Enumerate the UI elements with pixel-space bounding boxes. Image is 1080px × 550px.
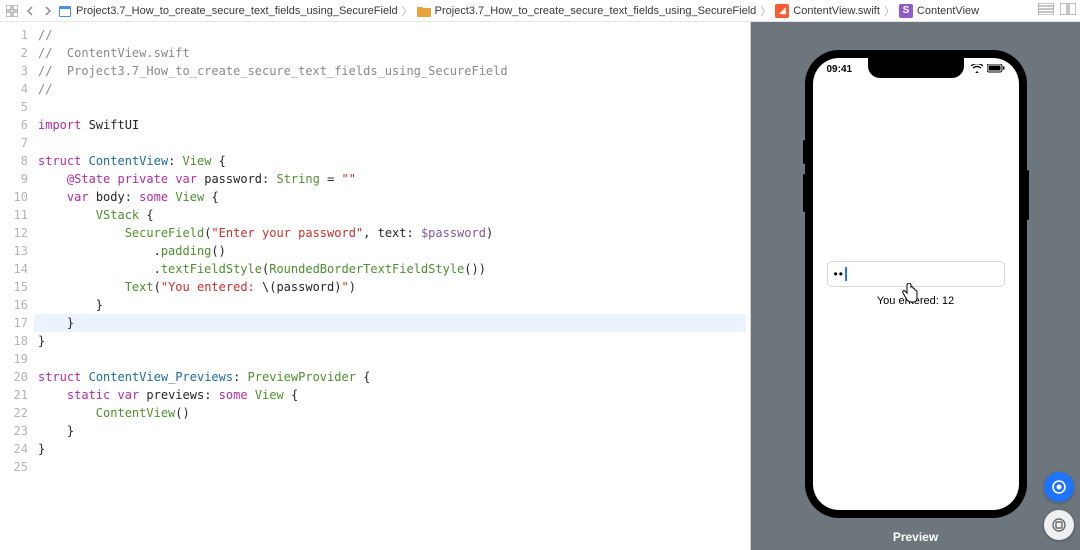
phone-side-button <box>1026 170 1029 220</box>
breadcrumb-symbol-label: ContentView <box>917 5 979 17</box>
code-line[interactable]: // <box>38 80 750 98</box>
code-line[interactable]: // Project3.7_How_to_create_secure_text_… <box>38 62 750 80</box>
chevron-right-icon: 〉 <box>400 3 415 19</box>
breadcrumb-folder-label: Project3.7_How_to_create_secure_text_fie… <box>435 5 757 17</box>
code-line[interactable]: ContentView() <box>38 404 750 422</box>
struct-icon: S <box>899 4 913 18</box>
nav-forward-button[interactable] <box>40 3 56 19</box>
app-content: •• You entered: 12 <box>813 58 1019 510</box>
code-line[interactable]: var body: some View { <box>38 188 750 206</box>
breadcrumb-symbol[interactable]: S ContentView <box>899 4 979 18</box>
folder-icon <box>417 4 431 18</box>
preview-panel: 09:41 •• You entered: <box>750 22 1080 550</box>
line-number: 12 <box>0 224 28 242</box>
line-number: 14 <box>0 260 28 278</box>
code-line[interactable]: } <box>34 314 746 332</box>
line-number: 10 <box>0 188 28 206</box>
code-line[interactable]: Text("You entered: \(password)") <box>38 278 750 296</box>
line-number: 9 <box>0 170 28 188</box>
code-line[interactable]: VStack { <box>38 206 750 224</box>
code-line[interactable] <box>38 458 750 476</box>
line-number: 21 <box>0 386 28 404</box>
line-number: 6 <box>0 116 28 134</box>
line-number: 19 <box>0 350 28 368</box>
code-line[interactable]: // <box>38 26 750 44</box>
line-number: 17 <box>0 314 28 332</box>
xcodeproj-icon <box>58 4 72 18</box>
code-line[interactable] <box>38 134 750 152</box>
breadcrumb-file-label: ContentView.swift <box>793 5 880 17</box>
breadcrumb-file[interactable]: ◢ ContentView.swift <box>775 4 880 18</box>
breadcrumb-bar: Project3.7_How_to_create_secure_text_fie… <box>0 0 1080 22</box>
chevron-right-icon: 〉 <box>882 3 897 19</box>
code-line[interactable]: // ContentView.swift <box>38 44 750 62</box>
line-number: 23 <box>0 422 28 440</box>
text-caret <box>845 267 847 281</box>
code-line[interactable]: static var previews: some View { <box>38 386 750 404</box>
main-area: 1234567891011121314151617181920212223242… <box>0 22 1080 550</box>
line-number: 8 <box>0 152 28 170</box>
line-number: 11 <box>0 206 28 224</box>
code-line[interactable]: import SwiftUI <box>38 116 750 134</box>
secure-dots: •• <box>834 267 844 281</box>
line-number: 18 <box>0 332 28 350</box>
breadcrumb-folder[interactable]: Project3.7_How_to_create_secure_text_fie… <box>417 4 757 18</box>
swift-file-icon: ◢ <box>775 4 789 18</box>
line-number: 2 <box>0 44 28 62</box>
iphone-screen: 09:41 •• You entered: <box>813 58 1019 510</box>
line-number: 22 <box>0 404 28 422</box>
code-line[interactable]: SecureField("Enter your password", text:… <box>38 224 750 242</box>
code-line[interactable]: @State private var password: String = "" <box>38 170 750 188</box>
secure-password-field[interactable]: •• <box>827 261 1005 287</box>
breadcrumb-project[interactable]: Project3.7_How_to_create_secure_text_fie… <box>58 4 398 18</box>
live-preview-button[interactable] <box>1044 472 1074 502</box>
line-number: 20 <box>0 368 28 386</box>
code-line[interactable] <box>38 350 750 368</box>
code-line[interactable]: } <box>38 296 750 314</box>
code-line[interactable]: } <box>38 422 750 440</box>
line-number: 7 <box>0 134 28 152</box>
entered-label: You entered: 12 <box>877 295 954 307</box>
breadcrumb-project-label: Project3.7_How_to_create_secure_text_fie… <box>76 5 398 17</box>
code-line[interactable]: .textFieldStyle(RoundedBorderTextFieldSt… <box>38 260 750 278</box>
line-number: 4 <box>0 80 28 98</box>
phone-volume-button <box>803 174 806 212</box>
code-editor[interactable]: 1234567891011121314151617181920212223242… <box>0 22 750 550</box>
code-line[interactable]: struct ContentView_Previews: PreviewProv… <box>38 368 750 386</box>
line-number-gutter: 1234567891011121314151617181920212223242… <box>0 22 34 550</box>
chevron-right-icon: 〉 <box>758 3 773 19</box>
line-number: 25 <box>0 458 28 476</box>
phone-mute-switch <box>803 140 806 164</box>
line-number: 1 <box>0 26 28 44</box>
add-assistant-icon[interactable] <box>1060 3 1076 18</box>
code-content[interactable]: //// ContentView.swift// Project3.7_How_… <box>34 22 750 550</box>
code-line[interactable]: } <box>38 440 750 458</box>
nav-back-button[interactable] <box>22 3 38 19</box>
line-number: 13 <box>0 242 28 260</box>
adjust-editor-icon[interactable] <box>1038 3 1054 18</box>
line-number: 16 <box>0 296 28 314</box>
iphone-frame: 09:41 •• You entered: <box>805 50 1027 518</box>
code-line[interactable] <box>38 98 750 116</box>
line-number: 5 <box>0 98 28 116</box>
related-items-icon[interactable] <box>4 3 20 19</box>
line-number: 3 <box>0 62 28 80</box>
line-number: 15 <box>0 278 28 296</box>
preview-title: Preview <box>751 530 1080 544</box>
preview-on-device-button[interactable] <box>1044 510 1074 540</box>
code-line[interactable]: } <box>38 332 750 350</box>
code-line[interactable]: struct ContentView: View { <box>38 152 750 170</box>
line-number: 24 <box>0 440 28 458</box>
code-line[interactable]: .padding() <box>38 242 750 260</box>
